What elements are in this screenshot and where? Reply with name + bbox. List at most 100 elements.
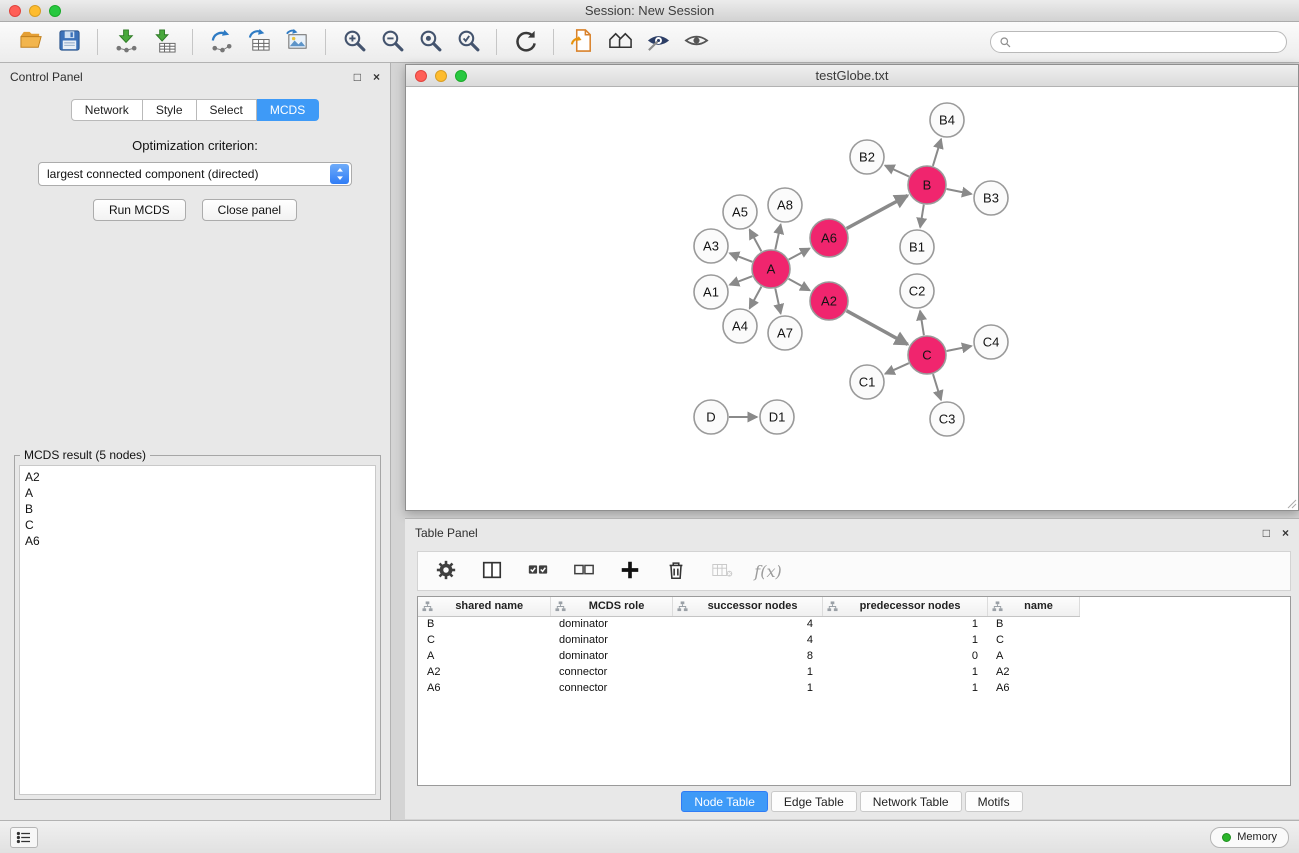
toggle-columns-button[interactable]: [474, 555, 510, 587]
network-canvas-svg[interactable]: B4B2BB3A5A8A6B1A3AC2A1A2A4A7C4CC1C3DD1: [406, 87, 1298, 510]
table-row[interactable]: A6connector11A6: [418, 680, 1079, 696]
node-B1[interactable]: B1: [900, 230, 934, 264]
table-cell[interactable]: 0: [822, 648, 987, 664]
node-B[interactable]: B: [908, 166, 946, 204]
status-menu-button[interactable]: [10, 827, 38, 848]
node-table[interactable]: shared nameMCDS rolesuccessor nodesprede…: [417, 596, 1291, 786]
edge-A-A6[interactable]: [789, 248, 810, 259]
column-header[interactable]: shared name: [418, 597, 550, 616]
column-header[interactable]: predecessor nodes: [822, 597, 987, 616]
column-header[interactable]: MCDS role: [550, 597, 672, 616]
refresh-layout-button[interactable]: [506, 26, 544, 58]
float-panel-icon[interactable]: □: [354, 71, 361, 83]
table-cell[interactable]: connector: [550, 664, 672, 680]
column-header[interactable]: name: [987, 597, 1079, 616]
minimize-network-window-icon[interactable]: [435, 70, 447, 82]
table-row[interactable]: A2connector11A2: [418, 664, 1079, 680]
table-cell[interactable]: A6: [418, 680, 550, 696]
close-window-icon[interactable]: [9, 5, 21, 17]
optimization-criterion-select[interactable]: largest connected component (directed): [38, 162, 352, 186]
table-row[interactable]: Cdominator41C: [418, 632, 1079, 648]
mcds-result-list[interactable]: A2ABCA6: [19, 465, 376, 795]
delete-columns-button[interactable]: [658, 555, 694, 587]
table-cell[interactable]: A6: [987, 680, 1079, 696]
export-table-button[interactable]: [240, 26, 278, 58]
export-network-button[interactable]: [202, 26, 240, 58]
close-table-panel-icon[interactable]: ×: [1282, 527, 1289, 539]
node-B3[interactable]: B3: [974, 181, 1008, 215]
node-C[interactable]: C: [908, 336, 946, 374]
zoom-out-button[interactable]: [373, 26, 411, 58]
edge-A-A4[interactable]: [750, 287, 762, 309]
open-file-button[interactable]: [12, 26, 50, 58]
table-cell[interactable]: B: [418, 616, 550, 632]
edge-C-C2[interactable]: [920, 311, 924, 335]
import-table-file-button[interactable]: [145, 26, 183, 58]
resize-grip-icon[interactable]: [1285, 497, 1297, 509]
table-cell[interactable]: A: [418, 648, 550, 664]
edge-A-A2[interactable]: [789, 279, 810, 291]
column-header[interactable]: successor nodes: [672, 597, 822, 616]
edge-C-C3[interactable]: [933, 374, 941, 400]
node-B4[interactable]: B4: [930, 103, 964, 137]
zoom-in-button[interactable]: [335, 26, 373, 58]
table-cell[interactable]: A: [987, 648, 1079, 664]
edge-B-B3[interactable]: [947, 189, 972, 194]
edge-C-C1[interactable]: [885, 363, 909, 374]
node-A2[interactable]: A2: [810, 282, 848, 320]
close-panel-button[interactable]: Close panel: [202, 199, 297, 221]
node-A6[interactable]: A6: [810, 219, 848, 257]
table-cell[interactable]: 1: [822, 616, 987, 632]
node-D1[interactable]: D1: [760, 400, 794, 434]
table-cell[interactable]: 8: [672, 648, 822, 664]
edge-C-C4[interactable]: [947, 346, 972, 351]
edge-B-B4[interactable]: [933, 139, 941, 166]
table-cell[interactable]: 4: [672, 616, 822, 632]
tab-edge-table[interactable]: Edge Table: [771, 791, 857, 812]
export-image-button[interactable]: [278, 26, 316, 58]
network-overview-homes-button[interactable]: [601, 26, 639, 58]
node-A7[interactable]: A7: [768, 316, 802, 350]
table-settings-button[interactable]: [428, 555, 464, 587]
minimize-window-icon[interactable]: [29, 5, 41, 17]
select-all-rows-button[interactable]: [520, 555, 556, 587]
network-window-titlebar[interactable]: testGlobe.txt: [406, 65, 1298, 87]
apply-function-button[interactable]: f(x): [750, 555, 786, 587]
tab-network[interactable]: Network: [71, 99, 143, 121]
save-session-button[interactable]: [50, 26, 88, 58]
table-cell[interactable]: C: [418, 632, 550, 648]
table-row[interactable]: Adominator80A: [418, 648, 1079, 664]
zoom-window-icon[interactable]: [49, 5, 61, 17]
table-cell[interactable]: dominator: [550, 648, 672, 664]
tab-motifs[interactable]: Motifs: [965, 791, 1023, 812]
memory-button[interactable]: Memory: [1210, 827, 1289, 848]
node-C2[interactable]: C2: [900, 274, 934, 308]
table-cell[interactable]: 4: [672, 632, 822, 648]
edge-A-A1[interactable]: [730, 276, 753, 285]
close-network-window-icon[interactable]: [415, 70, 427, 82]
zoom-selected-button[interactable]: [449, 26, 487, 58]
table-cell[interactable]: C: [987, 632, 1079, 648]
result-item[interactable]: A: [25, 485, 370, 501]
table-cell[interactable]: 1: [822, 632, 987, 648]
node-A4[interactable]: A4: [723, 309, 757, 343]
zoom-fit-button[interactable]: [411, 26, 449, 58]
table-cell[interactable]: A2: [418, 664, 550, 680]
node-B2[interactable]: B2: [850, 140, 884, 174]
edge-B-B2[interactable]: [885, 166, 909, 177]
search-field[interactable]: [990, 31, 1287, 53]
table-cell[interactable]: 1: [822, 664, 987, 680]
table-cell[interactable]: connector: [550, 680, 672, 696]
edge-A-A8[interactable]: [775, 225, 780, 250]
node-A5[interactable]: A5: [723, 195, 757, 229]
table-row[interactable]: Bdominator41B: [418, 616, 1079, 632]
import-network-file-button[interactable]: [107, 26, 145, 58]
float-table-panel-icon[interactable]: □: [1263, 527, 1270, 539]
node-D[interactable]: D: [694, 400, 728, 434]
deselect-all-rows-button[interactable]: [566, 555, 602, 587]
snapshot-document-button[interactable]: [563, 26, 601, 58]
add-column-button[interactable]: [612, 555, 648, 587]
tab-node-table[interactable]: Node Table: [681, 791, 768, 812]
inspector-eye-pen-button[interactable]: [639, 26, 677, 58]
result-item[interactable]: A6: [25, 533, 370, 549]
